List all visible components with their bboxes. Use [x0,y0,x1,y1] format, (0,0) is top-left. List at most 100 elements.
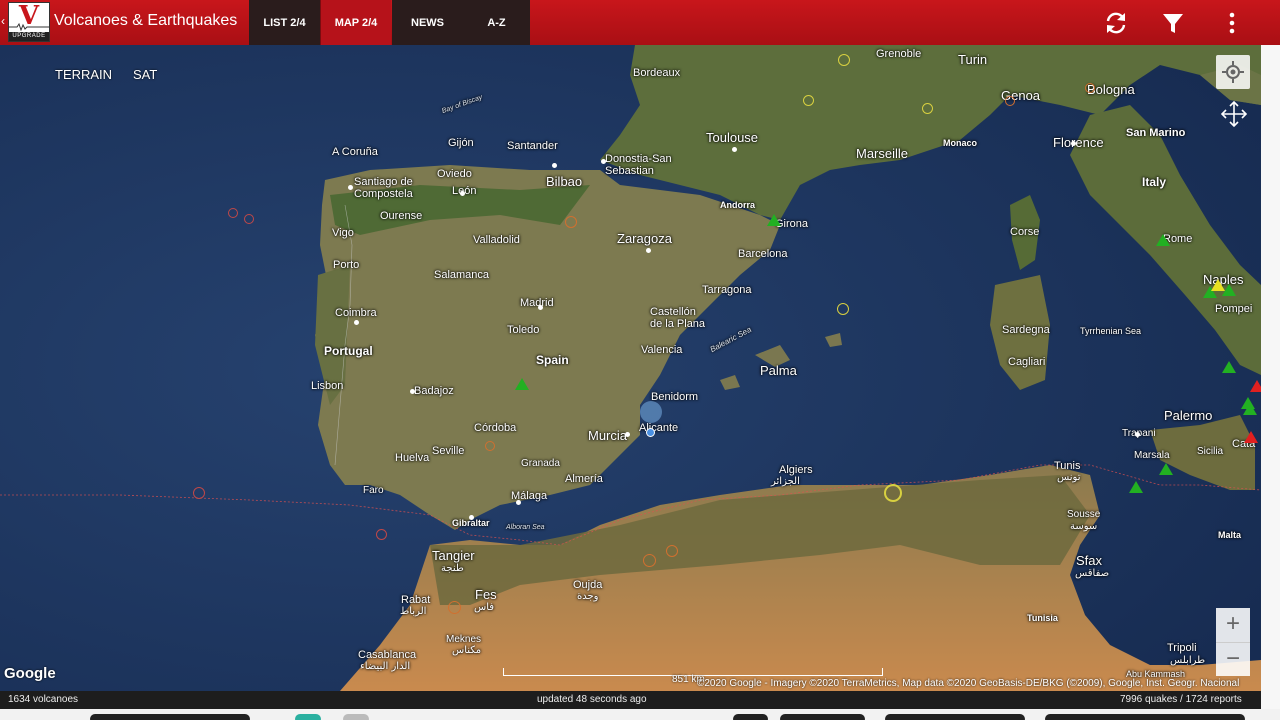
my-location-marker[interactable] [640,401,662,423]
app-title: Volcanoes & Earthquakes [54,12,238,29]
tab-list[interactable]: LIST 2/4 [249,0,320,45]
place-label: Turin [958,52,988,67]
place-label: Florence [1053,135,1104,150]
city-dot [469,515,474,520]
place-label-arabic: طرابلس [1170,655,1206,666]
logo-caption: UPGRADE [9,32,49,41]
filter-icon[interactable] [1159,9,1187,37]
place-label: Marsala [1134,450,1170,461]
earthquake-marker[interactable] [448,601,461,614]
more-vert-icon[interactable] [1218,9,1246,37]
window-edge [1261,45,1280,709]
system-nav-bar [0,709,1280,720]
city-dot [601,159,606,164]
volcano-marker[interactable] [1156,234,1170,246]
place-label: Bilbao [546,174,583,189]
place-label: Sousse [1067,509,1101,520]
app-logo[interactable]: V UPGRADE [8,2,50,42]
place-label-arabic: سوسة [1070,521,1098,532]
place-label: Benidorm [651,391,699,403]
city-dot [1135,432,1140,437]
place-label: Coimbra [335,307,377,319]
map-type-terrain[interactable]: TERRAIN [55,67,112,82]
place-label: Monaco [943,138,978,148]
earthquake-marker[interactable] [376,529,387,540]
compass-arrows-icon[interactable] [1219,99,1249,129]
place-label: Zaragoza [617,231,672,246]
volcano-marker[interactable] [1250,380,1261,392]
earthquake-marker[interactable] [922,103,933,114]
zoom-in-button[interactable]: + [1216,608,1250,642]
city-dot [348,185,353,190]
earthquake-marker[interactable] [244,214,254,224]
earthquake-marker[interactable] [1005,96,1015,106]
volcano-marker[interactable] [1222,284,1236,296]
volcano-marker[interactable] [1243,403,1257,415]
place-label: Santander [507,140,558,152]
tab-a-z[interactable]: A-Z [463,0,530,45]
nav-pill [885,714,1025,720]
updated-text: updated 48 seconds ago [537,694,647,705]
back-icon[interactable]: ‹ [1,14,5,28]
nav-pill [343,714,369,720]
volcano-marker[interactable] [1244,431,1258,443]
place-label: Valencia [641,344,683,356]
map-type-sat[interactable]: SAT [133,67,157,82]
earthquake-marker[interactable] [228,208,238,218]
earthquake-marker[interactable] [803,95,814,106]
volcano-marker[interactable] [1222,361,1236,373]
place-label: Córdoba [474,422,517,434]
earthquake-marker[interactable] [193,487,205,499]
zoom-out-button[interactable]: − [1216,642,1250,676]
place-label: Cagliari [1008,356,1046,368]
volcano-marker[interactable] [767,214,781,226]
earthquake-marker[interactable] [643,554,656,567]
tab-map[interactable]: MAP 2/4 [320,0,391,45]
earthquake-marker[interactable] [485,441,495,451]
nav-pill [1045,714,1245,720]
place-label: Granada [521,458,560,469]
city-dot [625,432,630,437]
place-label: Tarragona [702,284,752,296]
place-label: Italy [1142,175,1167,189]
place-label: Corse [1010,226,1040,238]
city-dot [1071,141,1076,146]
place-label: Toulouse [706,130,759,145]
earthquake-marker[interactable] [837,303,849,315]
nav-pill [780,714,865,720]
place-label: Salamanca [434,269,490,281]
location-dot [646,428,655,437]
earthquake-marker[interactable] [1085,83,1095,93]
my-location-button[interactable] [1216,55,1250,89]
earthquake-marker[interactable] [838,54,850,66]
app-bar: ‹ V UPGRADE Volcanoes & Earthquakes LIST… [0,0,1280,45]
map-view[interactable]: TERRAIN SAT Bordeaux Grenoble Turin Geno… [0,45,1261,691]
place-label-arabic: فاس [474,602,495,613]
place-label: Marseille [856,146,909,161]
tab-news[interactable]: NEWS [392,0,463,45]
earthquake-marker[interactable] [884,484,902,502]
place-label-arabic: مكناس [452,645,482,656]
place-label: Huelva [395,452,430,464]
earthquake-marker[interactable] [565,216,577,228]
place-label: Andorra [720,200,756,210]
place-label: Toledo [507,324,540,336]
map-attribution[interactable]: ©2020 Google - Imagery ©2020 TerraMetric… [697,678,1239,689]
place-label: Faro [363,485,384,496]
place-label: Tunis [1054,460,1081,472]
place-label: Meknes [446,634,482,645]
volcano-marker[interactable] [1159,463,1173,475]
volcano-marker[interactable] [1129,481,1143,493]
status-bar: 1634 volcanoes updated 48 seconds ago 79… [0,691,1261,709]
volcano-marker[interactable] [515,378,529,390]
google-logo: Google [4,665,56,682]
earthquake-marker[interactable] [666,545,678,557]
place-label: Valladolid [473,234,520,246]
seismograph-icon [9,23,49,31]
place-label: Alicante [639,422,679,434]
place-label: Porto [333,259,360,271]
sea-label: Alboran Sea [506,524,545,531]
place-label-arabic: الجزائر [771,476,800,487]
refresh-icon[interactable] [1102,9,1130,37]
city-dot [354,320,359,325]
